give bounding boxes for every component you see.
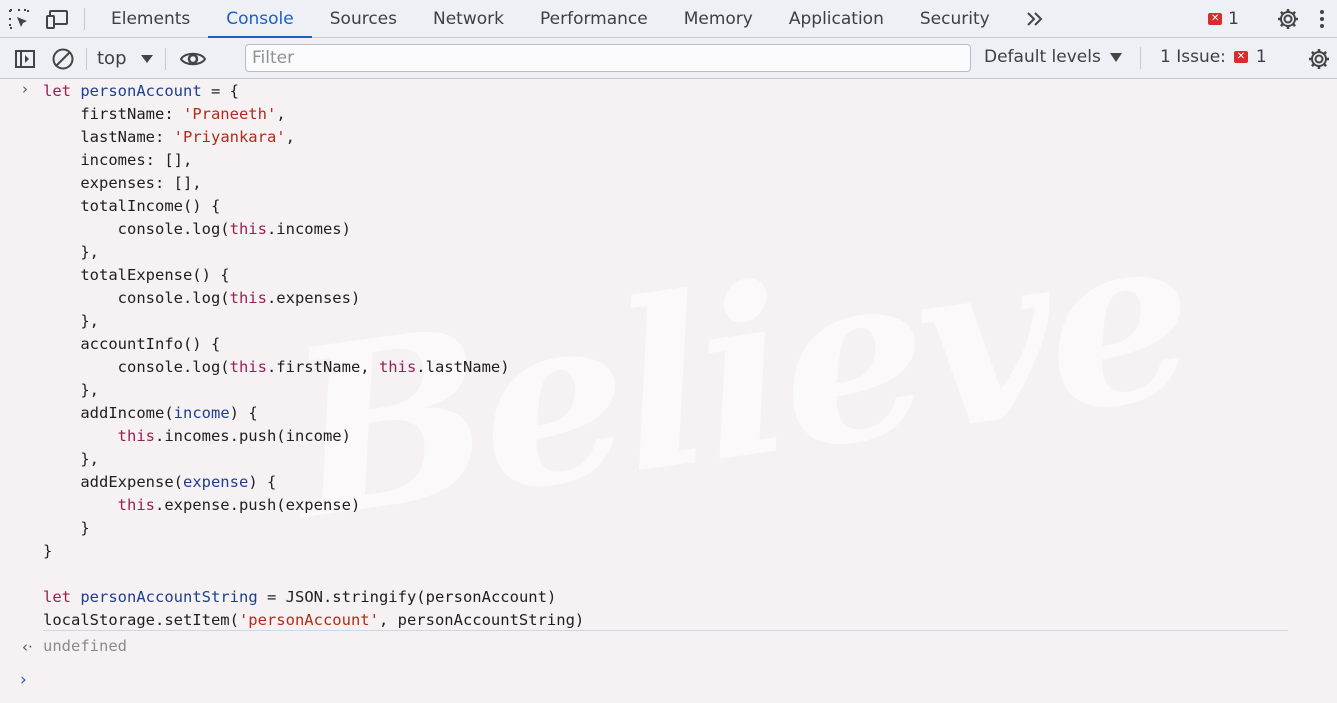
code-line: let personAccountString = JSON.stringify… bbox=[43, 588, 557, 606]
filter-input[interactable] bbox=[245, 44, 971, 72]
settings-gear-icon[interactable] bbox=[1269, 0, 1307, 38]
expand-chevron-icon[interactable]: › bbox=[22, 80, 28, 98]
code-line: firstName: 'Praneeth', bbox=[43, 105, 286, 123]
code-line: let personAccount = { bbox=[43, 82, 239, 100]
code-line: accountInfo() { bbox=[43, 335, 221, 353]
console-output[interactable]: Believe › let personAccount = { firstNam… bbox=[0, 80, 1337, 703]
code-line: totalIncome() { bbox=[43, 197, 221, 215]
log-levels-dropdown[interactable]: Default levels bbox=[984, 47, 1123, 67]
code-line: expenses: [], bbox=[43, 174, 202, 192]
more-tabs-icon[interactable] bbox=[1016, 0, 1054, 38]
code-line: console.log(this.firstName, this.lastNam… bbox=[43, 358, 510, 376]
message-divider bbox=[43, 630, 1288, 631]
issues-count: 1 bbox=[1255, 47, 1267, 67]
code-line: }, bbox=[43, 450, 99, 468]
code-line: } bbox=[43, 519, 90, 537]
error-count: 1 bbox=[1228, 9, 1239, 29]
log-levels-label: Default levels bbox=[984, 47, 1101, 67]
code-line: addIncome(income) { bbox=[43, 404, 258, 422]
context-selector[interactable]: top bbox=[97, 48, 153, 69]
clear-console-icon[interactable] bbox=[44, 40, 82, 78]
device-toolbar-icon[interactable] bbox=[38, 0, 76, 38]
dropdown-triangle-icon bbox=[140, 54, 153, 63]
more-options-icon[interactable] bbox=[1307, 0, 1337, 38]
console-toolbar: top Default levels 1 Issue: ✕ 1 bbox=[0, 39, 1337, 79]
code-line: }, bbox=[43, 312, 99, 330]
code-line: console.log(this.expenses) bbox=[43, 289, 361, 307]
result-arrow-icon: ‹· bbox=[22, 638, 33, 656]
code-line: lastName: 'Priyankara', bbox=[43, 128, 295, 146]
code-line: console.log(this.incomes) bbox=[43, 220, 351, 238]
error-icon: ✕ bbox=[1233, 51, 1248, 63]
inspect-element-icon[interactable] bbox=[0, 0, 38, 38]
code-line: totalExpense() { bbox=[43, 266, 230, 284]
context-label: top bbox=[97, 48, 127, 69]
issues-counter[interactable]: 1 Issue: ✕ 1 bbox=[1160, 47, 1267, 67]
tab-performance[interactable]: Performance bbox=[522, 0, 666, 37]
devtools-tab-bar: Elements Console Sources Network Perform… bbox=[0, 0, 1337, 38]
code-line: incomes: [], bbox=[43, 151, 193, 169]
code-line: this.expense.push(expense) bbox=[117, 496, 361, 514]
code-line: }, bbox=[43, 381, 99, 399]
dropdown-triangle-icon bbox=[1110, 53, 1123, 62]
divider bbox=[84, 8, 85, 30]
code-line: }, bbox=[43, 243, 99, 261]
divider bbox=[1140, 47, 1141, 69]
divider bbox=[86, 47, 87, 70]
tab-console[interactable]: Console bbox=[208, 0, 312, 38]
issues-label: 1 Issue: bbox=[1160, 47, 1226, 67]
tab-network[interactable]: Network bbox=[415, 0, 522, 37]
result-value: undefined bbox=[43, 637, 127, 655]
code-line: addExpense(expense) { bbox=[43, 473, 277, 491]
code-line: this.incomes.push(income) bbox=[117, 427, 351, 445]
divider bbox=[164, 47, 166, 70]
tab-application[interactable]: Application bbox=[771, 0, 902, 37]
tab-security[interactable]: Security bbox=[902, 0, 1008, 37]
tab-sources[interactable]: Sources bbox=[312, 0, 415, 37]
console-prompt-icon[interactable]: › bbox=[20, 670, 27, 690]
error-icon: ✕ bbox=[1208, 13, 1223, 25]
live-expression-eye-icon[interactable] bbox=[174, 40, 212, 78]
code-block[interactable]: let personAccount = { firstName: 'Pranee… bbox=[43, 80, 584, 632]
code-line: localStorage.setItem('personAccount', pe… bbox=[43, 611, 585, 629]
console-settings-icon[interactable] bbox=[1300, 40, 1337, 78]
code-line: } bbox=[43, 542, 53, 560]
sidebar-toggle-icon[interactable] bbox=[6, 40, 44, 78]
tab-elements[interactable]: Elements bbox=[93, 0, 208, 37]
tab-memory[interactable]: Memory bbox=[666, 0, 771, 37]
error-count-badge[interactable]: ✕ 1 bbox=[1208, 9, 1239, 29]
